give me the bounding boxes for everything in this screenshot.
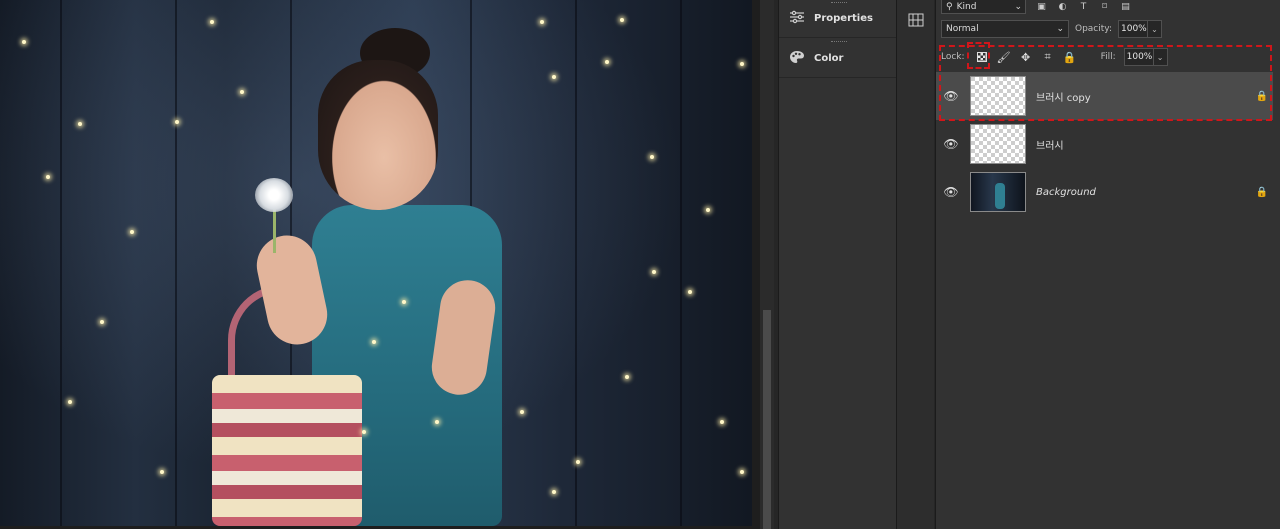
eye-icon[interactable]: 👁	[936, 137, 966, 151]
dandelion-head	[255, 178, 293, 212]
scrollbar-thumb[interactable]	[763, 310, 771, 529]
photoshop-workspace: Properties Color ⚲ Kind ⌄ ▣ ◐ T ⌑ ▤ Norm…	[0, 0, 1280, 529]
panel-icon-strip	[896, 0, 934, 529]
girl-head	[318, 60, 438, 210]
layer-thumbnail	[970, 172, 1026, 212]
filter-type-icon[interactable]: T	[1078, 2, 1089, 13]
filter-kind-select[interactable]: ⚲ Kind ⌄	[941, 0, 1026, 14]
chevron-down-icon: ⌄	[1151, 24, 1158, 34]
filter-adjustment-icon[interactable]: ◐	[1057, 2, 1068, 13]
canvas-image	[0, 0, 752, 526]
blend-row: Normal ⌄ Opacity: 100% ⌄	[941, 20, 1162, 38]
opacity-input[interactable]: 100%	[1118, 20, 1148, 38]
wood-plank-line	[575, 0, 577, 526]
eye-icon[interactable]: 👁	[936, 185, 966, 199]
color-label: Color	[814, 53, 844, 64]
color-panel-tab[interactable]: Color	[779, 40, 897, 78]
opacity-dropdown-button[interactable]: ⌄	[1148, 20, 1162, 38]
layer-name[interactable]: 브러시	[1036, 137, 1251, 152]
sliders-icon	[789, 9, 805, 28]
filter-smartobject-icon[interactable]: ▤	[1120, 2, 1131, 13]
properties-label: Properties	[814, 13, 873, 24]
blend-mode-value: Normal	[946, 24, 979, 34]
chevron-down-icon: ⌄	[1056, 24, 1064, 34]
properties-panel-tab[interactable]: Properties	[779, 0, 897, 38]
blend-mode-select[interactable]: Normal ⌄	[941, 20, 1069, 38]
dandelion-stem	[273, 205, 276, 253]
annotation-highlight-lock	[967, 42, 990, 69]
document-canvas[interactable]	[0, 0, 760, 529]
wood-plank-line	[60, 0, 62, 526]
collapsed-panels: Properties Color	[778, 0, 897, 529]
filter-kind-value: Kind	[956, 1, 977, 12]
opacity-label: Opacity:	[1075, 24, 1112, 34]
filter-pixel-icon[interactable]: ▣	[1036, 2, 1047, 13]
wood-plank-line	[175, 0, 177, 526]
layer-filter-row: ⚲ Kind ⌄ ▣ ◐ T ⌑ ▤	[941, 0, 1131, 14]
layer-thumbnail	[970, 124, 1026, 164]
striped-bag	[212, 375, 362, 526]
lock-icon: 🔒	[1255, 186, 1269, 198]
filter-shape-icon[interactable]: ⌑	[1099, 2, 1110, 13]
layer-row[interactable]: 👁 Background 🔒	[936, 168, 1273, 216]
wood-plank-line	[680, 0, 682, 526]
search-icon: ⚲	[946, 1, 953, 12]
palette-icon	[789, 49, 805, 68]
layer-row[interactable]: 👁 브러시	[936, 120, 1273, 168]
layer-name[interactable]: Background	[1036, 187, 1251, 198]
chevron-down-icon: ⌄	[1014, 1, 1022, 12]
layers-grid-icon[interactable]	[908, 12, 924, 31]
